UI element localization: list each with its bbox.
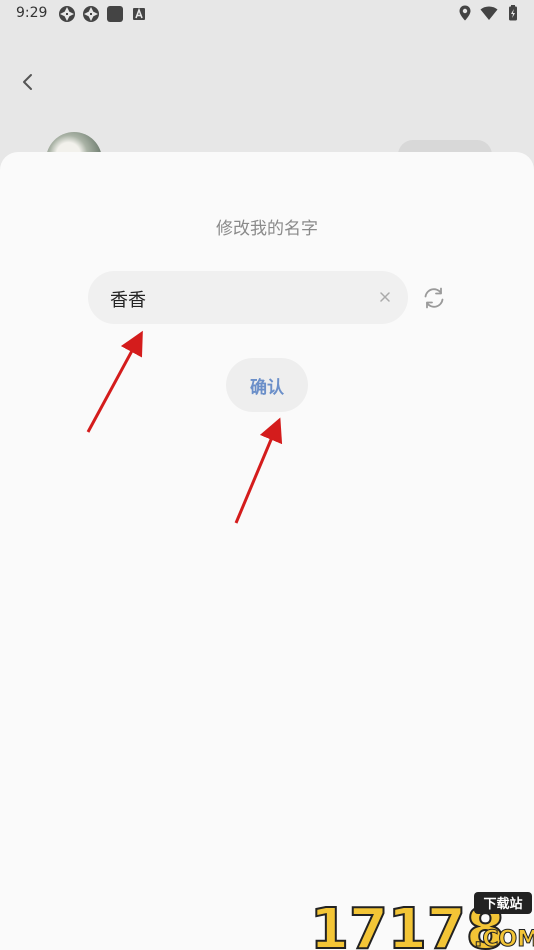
watermark-logo: 17178 下载站 .COM	[309, 888, 534, 950]
rename-sheet: 修改我的名字 确认	[0, 152, 534, 950]
aperture-icon	[83, 6, 99, 22]
status-bar: 9:29	[0, 0, 534, 28]
aperture-icon	[59, 6, 75, 22]
name-input[interactable]	[108, 271, 362, 326]
watermark-suffix: .COM	[474, 927, 534, 950]
status-icons-left	[58, 5, 148, 23]
clear-button[interactable]	[376, 288, 394, 306]
close-icon	[380, 292, 390, 302]
chevron-left-icon	[23, 74, 32, 90]
confirm-button[interactable]: 确认	[226, 358, 308, 412]
location-icon	[459, 5, 471, 21]
stop-square-icon	[107, 6, 123, 22]
refresh-icon	[424, 287, 444, 309]
back-button[interactable]	[14, 68, 42, 96]
battery-charging-icon	[509, 5, 517, 21]
sheet-title: 修改我的名字	[216, 219, 318, 239]
wifi-icon	[480, 6, 498, 20]
a-badge-icon	[133, 7, 145, 20]
status-time: 9:29	[16, 5, 48, 21]
refresh-name-button[interactable]	[420, 284, 448, 312]
watermark-badge: 下载站	[483, 896, 522, 912]
screen: 9:29 修改我的名字 香香 确认 17178 下载站 .COM	[0, 0, 534, 950]
name-input-container	[88, 271, 408, 326]
status-icons-right	[456, 4, 522, 22]
